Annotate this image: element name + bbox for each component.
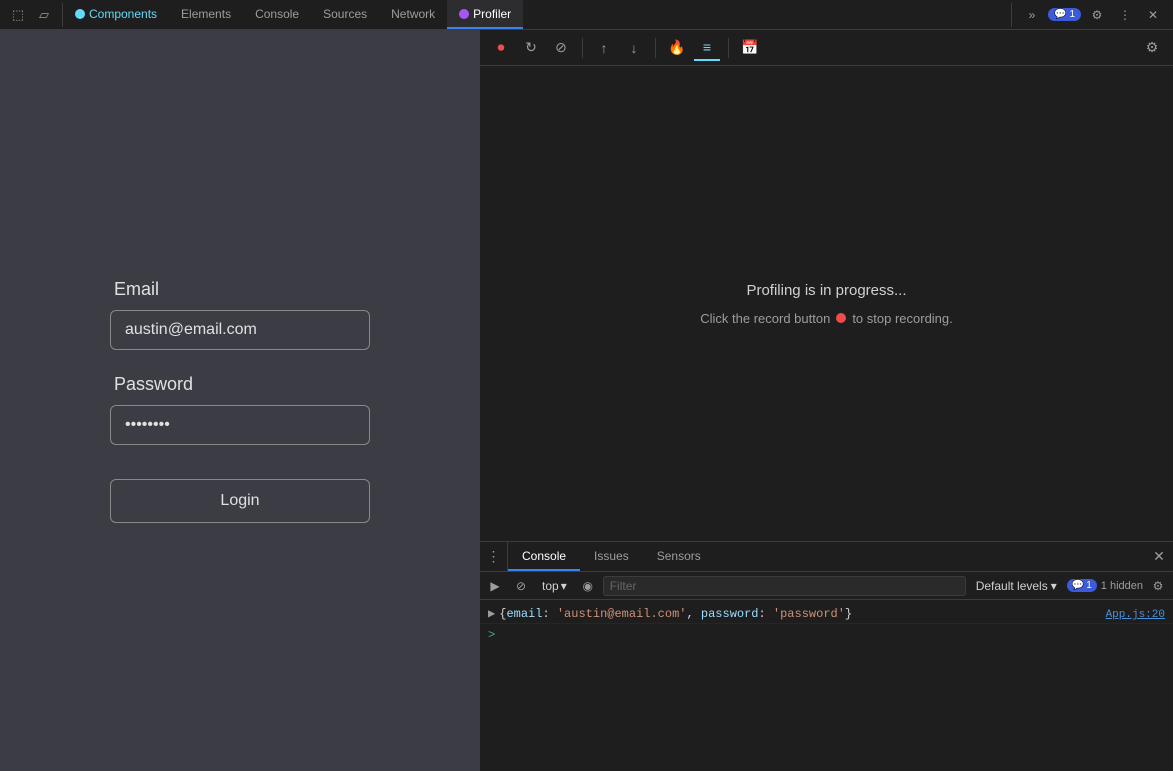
devtools-tabs: Components Elements Console Sources Netw…	[63, 0, 1011, 29]
flamegraph-button[interactable]: 🔥	[664, 35, 690, 61]
tab-components[interactable]: Components	[63, 0, 169, 29]
value-email: 'austin@email.com'	[557, 607, 687, 621]
export-button[interactable]: ↓	[621, 35, 647, 61]
tab-issues-panel[interactable]: Issues	[580, 542, 643, 571]
main-area: Email Password Login ⏺ ↻ ⊘ ↑ ↓ 🔥 ≡ 📅 ⚙	[0, 30, 1173, 771]
profiler-dot-icon	[459, 9, 469, 19]
devtools-topbar: ⬚ ▱ Components Elements Console Sources …	[0, 0, 1173, 30]
console-toolbar: ▶ ⊘ top ▾ ◉ Default levels ▾ 💬 1 1 hidde…	[480, 572, 1173, 600]
react-dot-icon	[75, 9, 85, 19]
tab-console[interactable]: Console	[243, 0, 311, 29]
console-log-line: ▶ {email: 'austin@email.com', password: …	[480, 604, 1173, 624]
tab-console-panel[interactable]: Console	[508, 542, 580, 571]
settings-icon[interactable]: ⚙	[1085, 3, 1109, 27]
key-password: password	[701, 607, 759, 621]
device-toolbar-icon[interactable]: ▱	[32, 3, 56, 27]
reload-button[interactable]: ↻	[518, 35, 544, 61]
value-password: 'password'	[773, 607, 845, 621]
console-line-content: {email: 'austin@email.com', password: 'p…	[499, 607, 1101, 621]
toolbar-divider-1	[582, 38, 583, 58]
profiler-toolbar: ⏺ ↻ ⊘ ↑ ↓ 🔥 ≡ 📅 ⚙	[480, 30, 1173, 66]
console-issue-badge[interactable]: 💬 1	[1067, 579, 1097, 592]
toolbar-divider-3	[728, 38, 729, 58]
eye-filter-button[interactable]: ◉	[577, 575, 599, 597]
console-prompt-icon[interactable]: >	[488, 628, 495, 642]
devtools-topbar-right: » 💬 1 ⚙ ⋮ ✕	[1011, 3, 1173, 27]
profiling-status-subtitle: Click the record button to stop recordin…	[700, 311, 953, 326]
password-label: Password	[114, 374, 193, 395]
login-form: Email Password Login	[110, 279, 370, 523]
console-output: ▶ {email: 'austin@email.com', password: …	[480, 600, 1173, 771]
more-tabs-button[interactable]: »	[1020, 3, 1044, 27]
chat-icon: 💬	[1054, 9, 1066, 20]
issues-badge[interactable]: 💬 1	[1048, 8, 1081, 21]
tab-elements[interactable]: Elements	[169, 0, 243, 29]
email-label: Email	[114, 279, 159, 300]
console-tabs-bar: ⋮ Console Issues Sensors ✕	[480, 542, 1173, 572]
expand-arrow-icon[interactable]: ▶	[488, 606, 495, 621]
profiler-content: Profiling is in progress... Click the re…	[480, 66, 1173, 541]
console-settings-icon[interactable]: ⚙	[1147, 575, 1169, 597]
default-levels-button[interactable]: Default levels ▾	[970, 577, 1063, 595]
profiling-status-title: Profiling is in progress...	[746, 282, 906, 299]
console-filter-input[interactable]	[603, 576, 966, 596]
hidden-count-label: 1 hidden	[1101, 580, 1143, 592]
devtools-panel: ⏺ ↻ ⊘ ↑ ↓ 🔥 ≡ 📅 ⚙ Profiling is in progre…	[480, 30, 1173, 771]
punct-colon1: :	[542, 607, 556, 621]
inspect-element-icon[interactable]: ⬚	[6, 3, 30, 27]
login-button[interactable]: Login	[110, 479, 370, 523]
tab-profiler[interactable]: Profiler	[447, 0, 523, 29]
profiler-settings-button[interactable]: ⚙	[1139, 35, 1165, 61]
import-button[interactable]: ↑	[591, 35, 617, 61]
chat-badge-icon: 💬	[1072, 580, 1084, 591]
punct-colon2: :	[759, 607, 773, 621]
chevron-down-icon: ▾	[561, 579, 567, 593]
tab-network[interactable]: Network	[379, 0, 447, 29]
record-dot-icon	[836, 313, 846, 323]
timeline-button[interactable]: 📅	[737, 35, 763, 61]
app-panel: Email Password Login	[0, 30, 480, 771]
close-devtools-icon[interactable]: ✕	[1141, 3, 1165, 27]
password-field[interactable]	[110, 405, 370, 445]
key-email: email	[506, 607, 542, 621]
close-console-panel-icon[interactable]: ✕	[1145, 542, 1173, 571]
punct-close: }	[845, 607, 852, 621]
execute-script-button[interactable]: ▶	[484, 575, 506, 597]
toolbar-divider-2	[655, 38, 656, 58]
stop-profiling-button[interactable]: ⊘	[548, 35, 574, 61]
punct-comma: ,	[686, 607, 700, 621]
console-prompt-line: >	[480, 624, 1173, 646]
tab-sensors-panel[interactable]: Sensors	[643, 542, 715, 571]
devtools-topbar-left: ⬚ ▱	[0, 3, 63, 27]
context-selector[interactable]: top ▾	[536, 577, 573, 595]
ranked-button[interactable]: ≡	[694, 35, 720, 61]
console-panel-menu-icon[interactable]: ⋮	[480, 542, 508, 571]
record-button[interactable]: ⏺	[488, 35, 514, 61]
tab-sources[interactable]: Sources	[311, 0, 379, 29]
console-source-link[interactable]: App.js:20	[1106, 609, 1165, 621]
email-field[interactable]	[110, 310, 370, 350]
console-panel: ⋮ Console Issues Sensors ✕ ▶ ⊘ top ▾	[480, 541, 1173, 771]
chevron-down-icon: ▾	[1051, 579, 1057, 593]
more-options-icon[interactable]: ⋮	[1113, 3, 1137, 27]
stop-console-button[interactable]: ⊘	[510, 575, 532, 597]
